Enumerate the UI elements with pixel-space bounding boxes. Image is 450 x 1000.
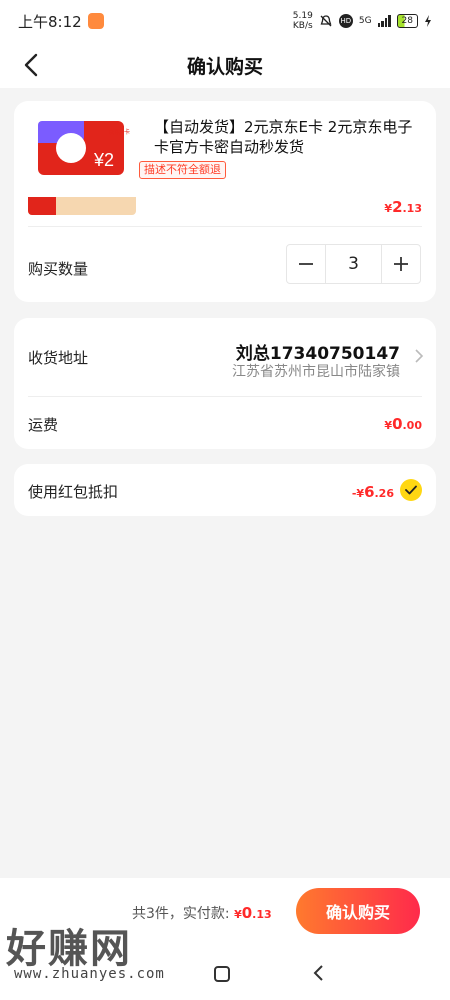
- page-title: 确认购买: [186, 55, 263, 78]
- status-bar: 上午8:12 5.19 KB/s HD 5G 28: [0, 0, 450, 42]
- charging-icon: [425, 15, 431, 27]
- shipping-fee: ¥0.00: [384, 415, 422, 433]
- watermark-url: www.zhuanyes.com: [14, 966, 165, 982]
- chevron-right-icon: [415, 349, 424, 363]
- coupon-card[interactable]: 使用红包抵扣 -¥6.26: [14, 464, 436, 516]
- product-title[interactable]: 【自动发货】2元京东E卡 2元京东电子卡官方卡密自动秒发货: [154, 117, 424, 157]
- shipping-label: 运费: [28, 416, 59, 434]
- net-speed-unit: KB/s: [292, 21, 313, 31]
- address-card: 收货地址 刘总17340750147 江苏省苏州市昆山市陆家镇 运费 ¥0.00: [14, 318, 436, 449]
- back-button[interactable]: [16, 50, 46, 80]
- total-amount: ¥0.13: [234, 904, 272, 922]
- image-bottom-strip: [28, 197, 136, 215]
- address-detail: 江苏省苏州市昆山市陆家镇: [232, 364, 400, 380]
- hd-icon: HD: [338, 14, 353, 28]
- guarantee-badge: 描述不符全额退: [139, 161, 226, 179]
- coupon-label: 使用红包抵扣: [28, 483, 119, 501]
- status-time: 上午8:12: [18, 12, 82, 31]
- increment-button[interactable]: [382, 245, 420, 283]
- quantity-stepper[interactable]: 3: [286, 244, 421, 284]
- status-icons: 5.19 KB/s HD 5G 28: [293, 11, 432, 31]
- coupon-checkbox[interactable]: [400, 479, 422, 501]
- payment-summary: 共3件，实付款: ¥0.13: [132, 904, 272, 922]
- nav-bar: 确认购买: [0, 42, 450, 88]
- app-notification-icon: [87, 13, 104, 29]
- card-face-value: ¥2: [93, 150, 114, 170]
- minus-icon: [299, 263, 313, 265]
- home-button[interactable]: [214, 966, 230, 982]
- quantity-value[interactable]: 3: [325, 245, 382, 283]
- product-image[interactable]: ¥2 京东E卡: [28, 115, 136, 215]
- system-back-icon[interactable]: [312, 964, 324, 982]
- checkmark-icon: [405, 485, 417, 495]
- quantity-label: 购买数量: [28, 260, 89, 278]
- decrement-button[interactable]: [287, 245, 325, 283]
- coupon-amount: -¥6.26: [351, 483, 394, 501]
- net-speed: 5.19 KB/s: [293, 11, 313, 31]
- divider: [28, 396, 422, 397]
- divider: [28, 226, 422, 227]
- address-label: 收货地址: [28, 349, 89, 367]
- confirm-purchase-button[interactable]: 确认购买: [296, 888, 420, 934]
- network-label: 5G: [358, 16, 372, 26]
- product-card: ¥2 京东E卡 【自动发货】2元京东E卡 2元京东电子卡官方卡密自动秒发货 ¥2…: [14, 101, 436, 302]
- chevron-left-icon: [24, 53, 38, 77]
- card-brand-label: 京东E卡: [108, 129, 130, 136]
- plus-icon: [394, 257, 408, 271]
- address-row[interactable]: 收货地址 刘总17340750147 江苏省苏州市昆山市陆家镇: [14, 318, 436, 396]
- bell-muted-icon: [320, 15, 332, 27]
- signal-icon: [377, 15, 391, 27]
- product-price: ¥2.13: [384, 198, 422, 216]
- jd-mascot-icon: [56, 133, 86, 163]
- battery-icon: 28: [396, 14, 418, 28]
- net-speed-value: 5.19: [292, 11, 313, 21]
